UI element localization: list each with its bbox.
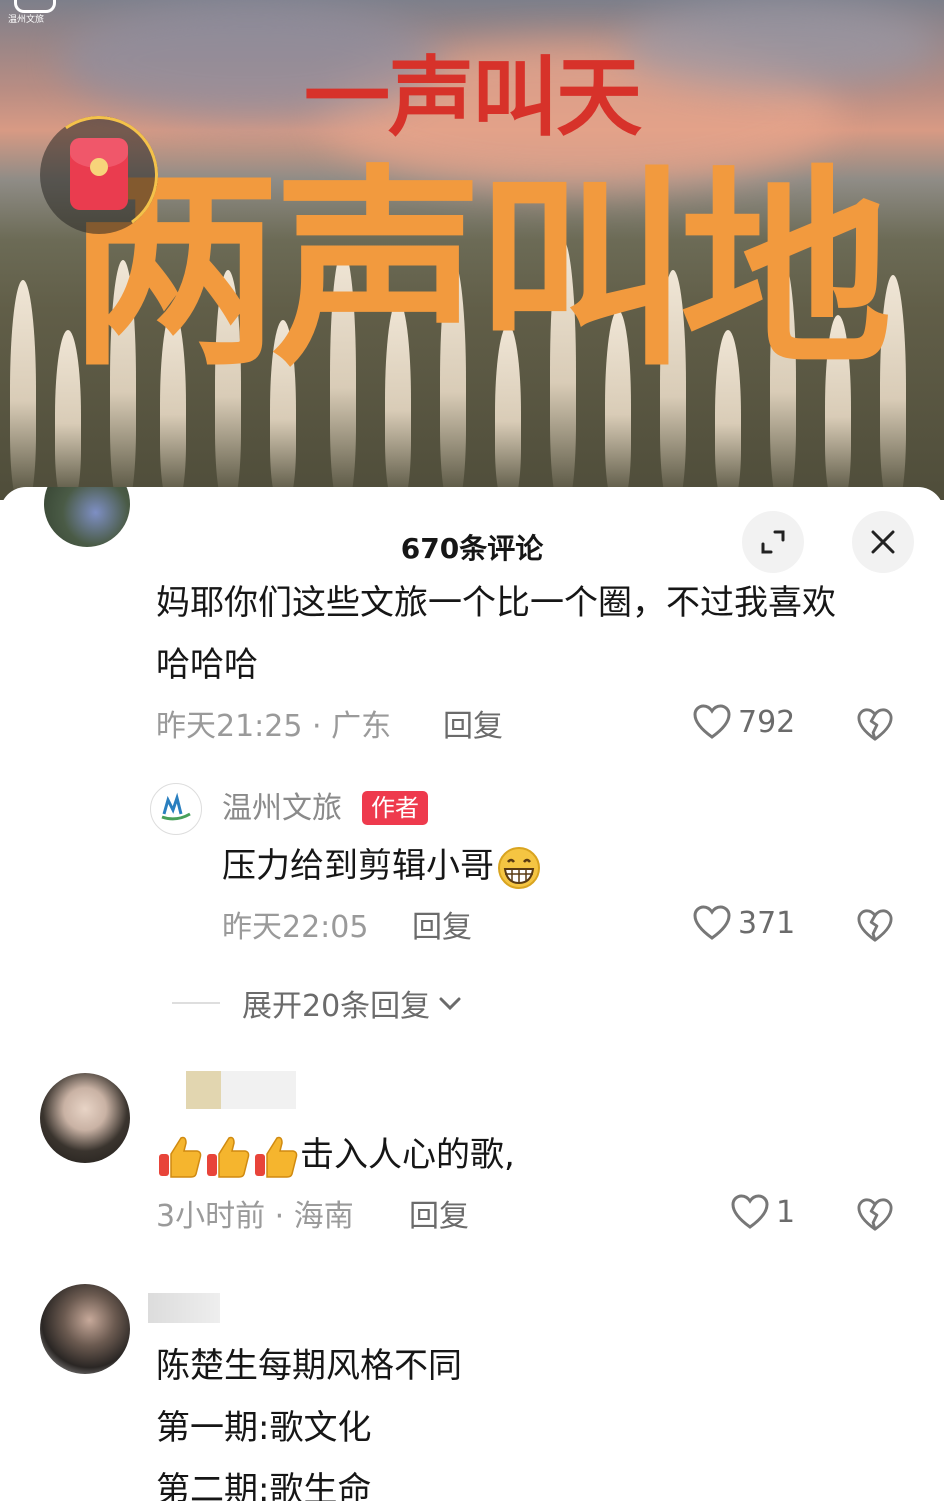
- heart-icon: [693, 704, 731, 739]
- username-blurred[interactable]: [186, 1071, 296, 1109]
- video-title-line-1: 一声叫天: [304, 47, 642, 148]
- expand-icon: [761, 530, 785, 554]
- reed-decoration: [10, 280, 36, 500]
- comment-text: 哈哈哈: [156, 645, 258, 685]
- broken-heart-icon: [857, 708, 893, 741]
- author-badge: 作者: [362, 791, 428, 825]
- red-packet-button[interactable]: [30, 106, 168, 244]
- wenzhou-logo-icon: [161, 792, 191, 821]
- comment-sheet: 670条评论 妈耶你们这些文旅一个比一个圈，不过我喜欢 哈哈哈 昨天21:25 …: [0, 487, 944, 1501]
- like-count: 1: [776, 1194, 796, 1230]
- avatar[interactable]: [40, 1073, 130, 1163]
- comment-meta: 3小时前 · 海南: [156, 1199, 354, 1234]
- comment-text: 陈楚生每期风格不同: [156, 1346, 462, 1386]
- reply-text: 压力给到剪辑小哥: [222, 835, 544, 897]
- comment-text: 击入人心的歌,: [156, 1124, 515, 1186]
- chevron-down-icon: [439, 997, 461, 1011]
- expand-button[interactable]: [742, 511, 804, 573]
- video-player[interactable]: 温州文旅 一声叫天 两声叫地: [0, 0, 944, 500]
- broken-heart-icon: [857, 1198, 893, 1231]
- close-icon: [871, 530, 895, 554]
- reply-button[interactable]: 回复: [409, 1197, 469, 1237]
- avatar[interactable]: [40, 1284, 130, 1374]
- logo-text: 温州文旅: [8, 15, 45, 25]
- thumbs-up-icon: [207, 1136, 250, 1178]
- like-count: 792: [738, 704, 796, 740]
- like-count: 371: [738, 905, 796, 941]
- red-envelope-icon: [70, 138, 128, 210]
- video-title-line-2: 两声叫地: [68, 145, 892, 394]
- author-name[interactable]: 温州文旅: [222, 789, 342, 829]
- thumbs-up-icon: [159, 1136, 202, 1178]
- comment-text: 第二期:歌生命: [156, 1470, 372, 1501]
- reply-meta: 昨天22:05: [222, 910, 369, 945]
- dislike-button[interactable]: [856, 908, 894, 948]
- grinning-face-icon: [498, 846, 540, 889]
- comment-meta: 昨天21:25 · 广东: [156, 709, 392, 744]
- reply-button[interactable]: 回复: [412, 908, 472, 948]
- username-blurred[interactable]: [148, 1293, 220, 1323]
- heart-icon: [731, 1194, 769, 1229]
- like-button[interactable]: 792: [692, 703, 795, 741]
- channel-logo: 温州文旅: [6, 0, 58, 25]
- reply-button[interactable]: 回复: [443, 707, 503, 747]
- dislike-button[interactable]: [856, 1197, 894, 1237]
- like-button[interactable]: 371: [692, 904, 795, 942]
- thumbs-up-icon: [255, 1136, 298, 1178]
- heart-icon: [693, 905, 731, 940]
- close-button[interactable]: [852, 511, 914, 573]
- author-avatar[interactable]: [150, 783, 202, 835]
- broken-heart-icon: [857, 909, 893, 942]
- expand-replies-button[interactable]: 展开20条回复: [172, 981, 464, 1025]
- cloud-decoration: [620, 0, 940, 90]
- divider-line: [172, 1002, 220, 1004]
- like-button[interactable]: 1: [730, 1193, 795, 1231]
- expand-replies-label: 展开20条回复: [242, 989, 431, 1024]
- comment-text: 第一期:歌文化: [156, 1408, 372, 1448]
- dislike-button[interactable]: [856, 707, 894, 747]
- comment-text: 妈耶你们这些文旅一个比一个圈，不过我喜欢: [156, 583, 836, 623]
